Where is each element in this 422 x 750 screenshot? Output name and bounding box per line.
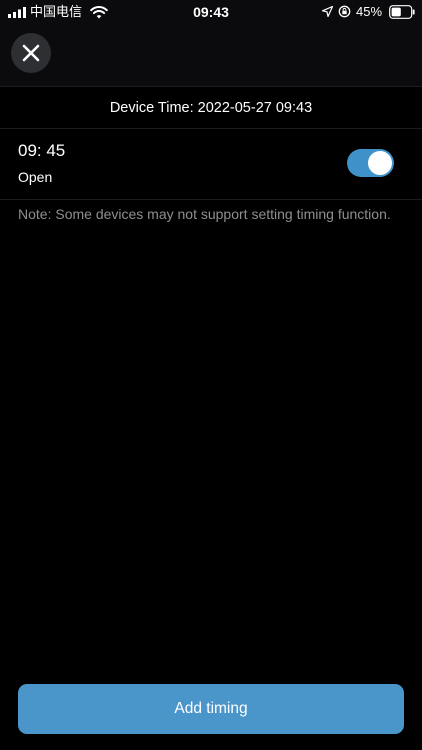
device-time-bar: Device Time: 2022-05-27 09:43 <box>0 86 422 129</box>
note-text: Note: Some devices may not support setti… <box>18 206 391 222</box>
close-button[interactable] <box>11 33 51 73</box>
battery-icon <box>389 5 415 19</box>
add-timing-button[interactable]: Add timing <box>18 684 404 734</box>
timer-time: 09: 45 <box>18 141 66 160</box>
timer-enable-toggle[interactable] <box>347 149 394 177</box>
timer-row[interactable]: 09: 45 Open <box>0 129 422 200</box>
toggle-knob <box>368 151 392 175</box>
orientation-lock-icon <box>338 5 351 18</box>
location-arrow-icon <box>322 6 333 17</box>
battery-percent: 45% <box>356 4 383 19</box>
close-icon <box>22 44 40 62</box>
timer-action: Open <box>18 169 53 185</box>
status-bar: 中国电信 09:43 45% <box>0 0 422 24</box>
device-time-text: Device Time: 2022-05-27 09:43 <box>109 99 313 116</box>
